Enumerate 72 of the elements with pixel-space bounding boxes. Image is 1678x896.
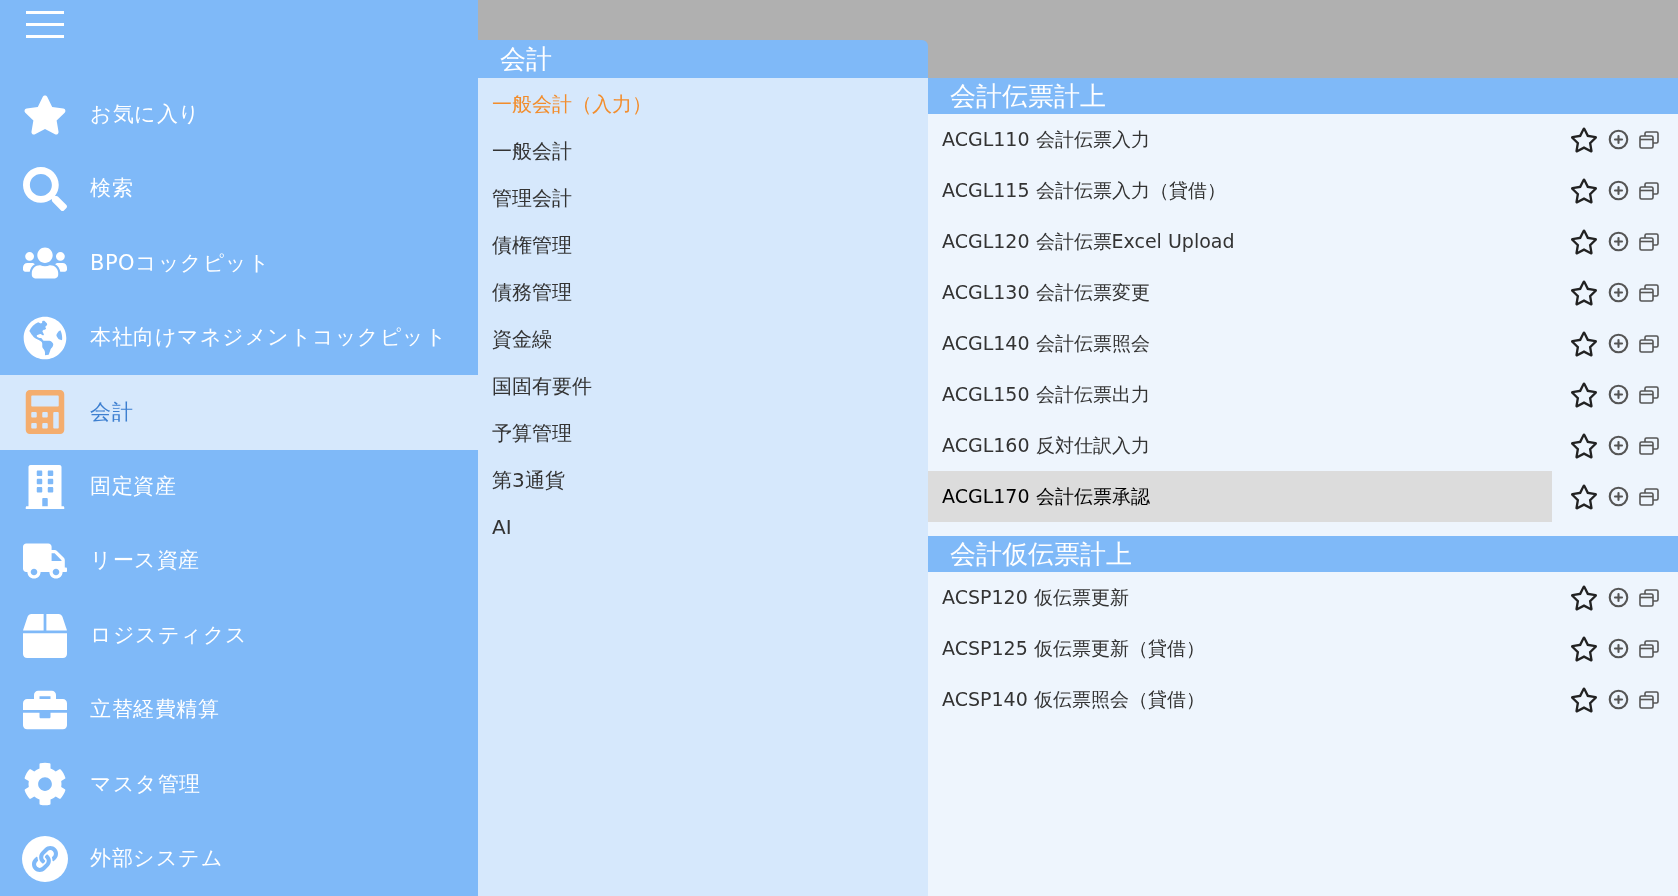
category-item[interactable]: 第3通貨 bbox=[478, 456, 928, 503]
circle-plus-icon[interactable] bbox=[1608, 587, 1629, 608]
windows-icon[interactable] bbox=[1639, 385, 1659, 404]
function-item[interactable]: ACSP140 仮伝票照会（貸借） bbox=[928, 674, 1552, 725]
circle-plus-icon[interactable] bbox=[1608, 435, 1629, 456]
windows-icon[interactable] bbox=[1639, 283, 1659, 302]
windows-icon[interactable] bbox=[1639, 334, 1659, 353]
sidebar-item-label: 本社向けマネジメントコックピット bbox=[90, 324, 448, 352]
panel-title: 会計 bbox=[500, 42, 552, 76]
star-icon[interactable] bbox=[1570, 634, 1598, 663]
windows-icon[interactable] bbox=[1639, 232, 1659, 251]
windows-icon[interactable] bbox=[1639, 690, 1659, 709]
box-icon bbox=[22, 612, 68, 659]
star-icon[interactable] bbox=[1570, 125, 1598, 154]
category-item[interactable]: 管理会計 bbox=[478, 174, 928, 221]
category-item[interactable]: 債権管理 bbox=[478, 221, 928, 268]
function-item[interactable]: ACGL150 会計伝票出力 bbox=[928, 369, 1552, 420]
star-icon[interactable] bbox=[1570, 278, 1598, 307]
category-item[interactable]: 国固有要件 bbox=[478, 362, 928, 409]
windows-icon[interactable] bbox=[1639, 588, 1659, 607]
sidebar-item-label: お気に入り bbox=[90, 100, 201, 128]
circle-plus-icon[interactable] bbox=[1608, 638, 1629, 659]
sidebar-item-label: 外部システム bbox=[90, 845, 224, 872]
category-item[interactable]: 予算管理 bbox=[478, 409, 928, 456]
windows-icon[interactable] bbox=[1639, 487, 1659, 506]
sidebar-item-label: 検索 bbox=[90, 175, 134, 203]
sidebar-item-label: ロジスティクス bbox=[90, 621, 248, 649]
function-item[interactable]: ACSP120 仮伝票更新 bbox=[928, 572, 1552, 623]
circle-plus-icon[interactable] bbox=[1608, 384, 1629, 405]
star-icon[interactable] bbox=[1570, 685, 1598, 714]
sidebar-item-label: リース資産 bbox=[90, 547, 200, 575]
globe-icon bbox=[22, 314, 68, 361]
function-item[interactable]: ACGL160 反対仕訳入力 bbox=[928, 420, 1552, 471]
function-item[interactable]: ACGL120 会計伝票Excel Upload bbox=[928, 216, 1552, 267]
sidebar-item-label: BPOコックピット bbox=[90, 249, 271, 277]
function-item[interactable]: ACGL170 会計伝票承認 bbox=[928, 471, 1552, 522]
star-icon[interactable] bbox=[1570, 329, 1598, 358]
section-title: 会計仮伝票計上 bbox=[950, 537, 1132, 571]
windows-icon[interactable] bbox=[1639, 639, 1659, 658]
circle-plus-icon[interactable] bbox=[1608, 689, 1629, 710]
star-icon[interactable] bbox=[1570, 227, 1598, 256]
category-item[interactable]: 資金繰 bbox=[478, 315, 928, 362]
function-item[interactable]: ACGL140 会計伝票照会 bbox=[928, 318, 1552, 369]
windows-icon[interactable] bbox=[1639, 130, 1659, 149]
star-icon[interactable] bbox=[1570, 380, 1598, 409]
sidebar-item-label: マスタ管理 bbox=[90, 770, 201, 798]
circle-plus-icon[interactable] bbox=[1608, 486, 1629, 507]
circle-plus-icon[interactable] bbox=[1608, 282, 1629, 303]
circle-plus-icon[interactable] bbox=[1608, 333, 1629, 354]
sidebar-item-label: 固定資産 bbox=[90, 472, 177, 500]
function-item[interactable]: ACGL130 会計伝票変更 bbox=[928, 267, 1552, 318]
section-title: 会計伝票計上 bbox=[950, 79, 1106, 113]
function-item[interactable]: ACGL110 会計伝票入力 bbox=[928, 114, 1552, 165]
circle-plus-icon[interactable] bbox=[1608, 180, 1629, 201]
star-icon[interactable] bbox=[1570, 583, 1598, 612]
windows-icon[interactable] bbox=[1639, 181, 1659, 200]
circle-plus-icon[interactable] bbox=[1608, 129, 1629, 150]
category-item[interactable]: AI bbox=[478, 503, 928, 550]
category-item[interactable]: 一般会計 bbox=[478, 127, 928, 174]
sidebar-item-label: 会計 bbox=[90, 398, 134, 426]
function-item[interactable]: ACSP125 仮伝票更新（貸借） bbox=[928, 623, 1552, 674]
star-icon[interactable] bbox=[1570, 482, 1598, 511]
sidebar-item-label: 立替経費精算 bbox=[90, 696, 220, 724]
star-icon[interactable] bbox=[1570, 431, 1598, 460]
category-item[interactable]: 債務管理 bbox=[478, 268, 928, 315]
link-icon bbox=[22, 835, 68, 882]
search-icon bbox=[22, 166, 68, 213]
settings-icon bbox=[22, 761, 68, 808]
windows-icon[interactable] bbox=[1639, 436, 1659, 455]
circle-plus-icon[interactable] bbox=[1608, 231, 1629, 252]
star-icon[interactable] bbox=[1570, 176, 1598, 205]
function-item[interactable]: ACGL115 会計伝票入力（貸借） bbox=[928, 165, 1552, 216]
